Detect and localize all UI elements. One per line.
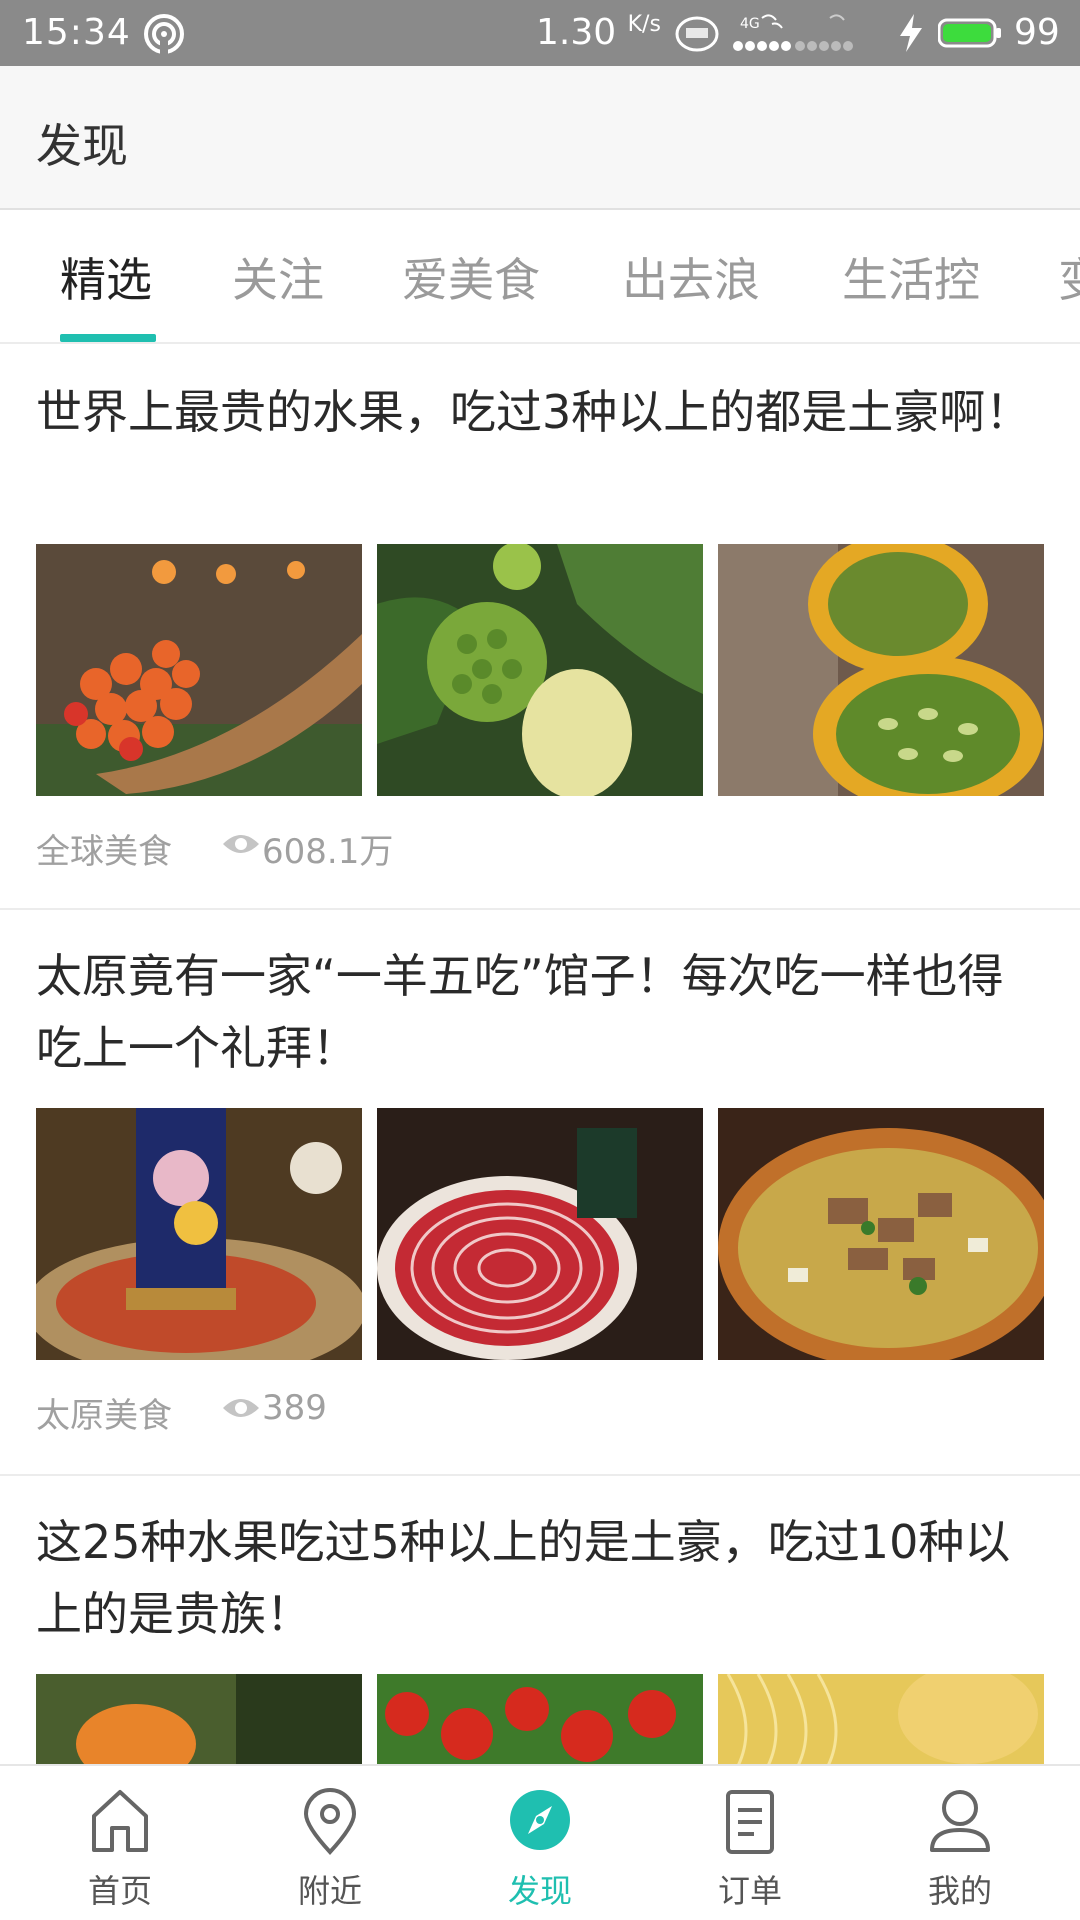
nav-label: 首页 <box>87 1872 152 1910</box>
category-tabs: 精选 关注 爱美食 出去浪 生活控 变 <box>0 212 1080 344</box>
compass-icon <box>510 1790 570 1850</box>
views-eye-icon <box>223 1399 259 1417</box>
tab-featured[interactable]: 精选 <box>60 244 152 310</box>
noni-fruit-image <box>377 544 703 796</box>
tab-more[interactable]: 变 <box>1058 244 1080 310</box>
nav-home[interactable]: 首页 <box>12 1766 228 1920</box>
article-headline[interactable]: 这25种水果吃过5种以上的是土豪，吃过10种以上的是贵族！ <box>36 1506 1046 1650</box>
article-images <box>36 1108 1044 1360</box>
nav-profile[interactable]: 我的 <box>852 1766 1068 1920</box>
nav-orders[interactable]: 订单 <box>642 1766 858 1920</box>
user-icon <box>930 1790 990 1852</box>
view-count: 389 <box>262 1388 327 1428</box>
hotpot-image <box>36 1108 362 1360</box>
article-source: 太原美食 <box>36 1396 172 1436</box>
horned-melon-image <box>718 544 1044 796</box>
tab-lifestyle[interactable]: 生活控 <box>842 244 980 310</box>
battery-level: 99 <box>1014 12 1060 53</box>
article-source: 全球美食 <box>36 832 172 872</box>
mutton-slices-image <box>377 1108 703 1360</box>
views-eye-icon <box>223 835 259 853</box>
order-list-icon <box>726 1790 774 1854</box>
app-header: 发现 <box>0 66 1080 210</box>
signal-strength-icon: 4G <box>733 14 853 51</box>
article-images <box>36 544 1044 796</box>
article-headline[interactable]: 世界上最贵的水果，吃过3种以上的都是土豪啊！ <box>36 376 1046 448</box>
location-pin-icon <box>303 1788 357 1855</box>
article-card[interactable]: 太原竟有一家“一羊五吃”馆子！每次吃一样也得吃上一个礼拜！ 太原美食 389 <box>0 910 1080 1474</box>
charging-icon <box>900 14 922 52</box>
view-count: 608.1万 <box>262 832 394 872</box>
red-fruits-image <box>377 1674 703 1766</box>
home-icon <box>92 1790 148 1852</box>
nav-label: 发现 <box>507 1872 572 1910</box>
network-speed: 1.30 K/s <box>536 12 661 53</box>
app-notification-icon <box>675 16 719 52</box>
article-images <box>36 1674 1044 1766</box>
status-bar: 15:34 1.30 K/s 4G 99 <box>0 0 1080 66</box>
lamb-soup-image <box>718 1108 1044 1360</box>
tab-travel[interactable]: 出去浪 <box>622 244 760 310</box>
nav-label: 我的 <box>927 1872 992 1910</box>
tab-following[interactable]: 关注 <box>232 244 324 310</box>
hotspot-icon <box>144 14 184 54</box>
article-card[interactable]: 世界上最贵的水果，吃过3种以上的都是土豪啊！ 全球美食 608.1万 <box>0 346 1080 908</box>
bottom-navigation: 首页 附近 发现 订单 我的 <box>0 1764 1080 1920</box>
orange-fruit-image <box>36 1674 362 1766</box>
nav-label: 订单 <box>717 1872 782 1910</box>
battery-icon <box>938 18 1001 48</box>
article-headline[interactable]: 太原竟有一家“一羊五吃”馆子！每次吃一样也得吃上一个礼拜！ <box>36 940 1046 1084</box>
nav-label: 附近 <box>297 1872 362 1910</box>
nav-nearby[interactable]: 附近 <box>222 1766 438 1920</box>
cloudberries-image <box>36 544 362 796</box>
page-title: 发现 <box>36 119 128 173</box>
active-tab-indicator <box>60 334 156 342</box>
status-time: 15:34 <box>22 12 131 53</box>
article-feed[interactable]: 世界上最贵的水果，吃过3种以上的都是土豪啊！ 全球美食 608.1万 太原竟有一… <box>0 346 1080 1766</box>
yellow-noodle-fruit-image <box>718 1674 1044 1766</box>
nav-discover[interactable]: 发现 <box>432 1766 648 1920</box>
svg-text:4G: 4G <box>740 16 760 32</box>
tab-food[interactable]: 爱美食 <box>402 244 540 310</box>
article-card[interactable]: 这25种水果吃过5种以上的是土豪，吃过10种以上的是贵族！ <box>0 1476 1080 1766</box>
